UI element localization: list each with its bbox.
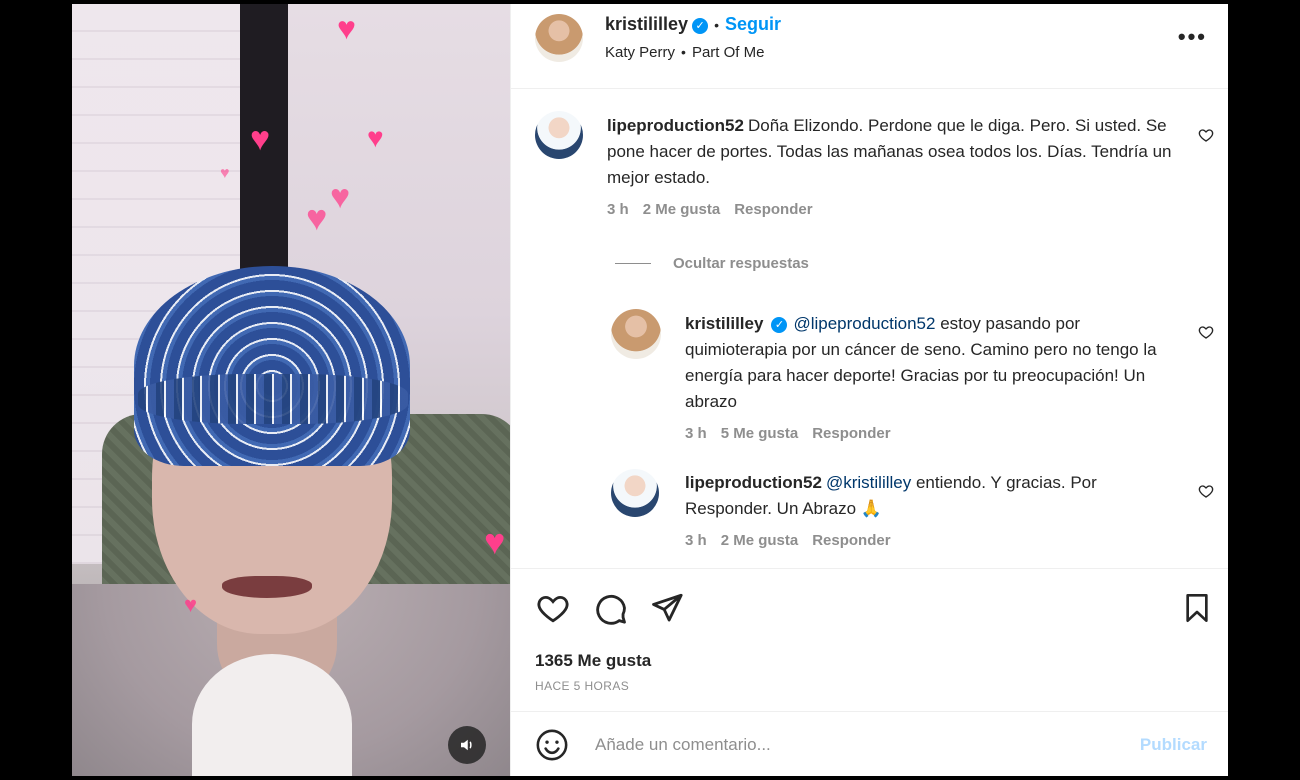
reply-mention[interactable]: @lipeproduction52 bbox=[793, 314, 935, 333]
comment-time[interactable]: 3 h bbox=[607, 201, 629, 218]
emoji-icon[interactable] bbox=[535, 728, 569, 762]
post-frame: ♥ ♥ ♥ ♥ ♥ ♥ ♥ ♥ kristililley ✓ • Seguir Kat… bbox=[72, 4, 1228, 776]
heart-sticker-icon: ♥ bbox=[184, 592, 198, 617]
video-person-mouth bbox=[222, 576, 312, 598]
comment-username[interactable]: lipeproduction52 bbox=[607, 116, 744, 135]
heart-sticker-icon: ♥ bbox=[484, 521, 506, 562]
reply-time[interactable]: 3 h bbox=[685, 532, 707, 549]
heart-sticker-icon: ♥ bbox=[337, 10, 356, 46]
author-username[interactable]: kristililley bbox=[605, 14, 688, 34]
like-button[interactable] bbox=[535, 591, 571, 625]
reply-button[interactable]: Responder bbox=[734, 201, 812, 218]
more-options-icon[interactable]: ••• bbox=[1178, 24, 1207, 50]
reply-likes[interactable]: 2 Me gusta bbox=[721, 532, 799, 549]
post-video[interactable]: ♥ ♥ ♥ ♥ ♥ ♥ ♥ ♥ bbox=[72, 4, 510, 776]
reply-button[interactable]: Responder bbox=[812, 532, 890, 549]
hide-replies-label[interactable]: Ocultar respuestas bbox=[673, 255, 809, 272]
reply-avatar[interactable] bbox=[611, 309, 661, 359]
post-actions: 1365 Me gusta HACE 5 HORAS bbox=[511, 568, 1228, 711]
reply-mention[interactable]: @kristililley bbox=[826, 473, 911, 492]
comment-input[interactable] bbox=[593, 730, 1117, 760]
reply-meta: 3 h 5 Me gusta Responder bbox=[685, 425, 1185, 442]
comment-composer: Publicar bbox=[511, 711, 1228, 776]
comment-text: lipeproduction52 Doña Elizondo. Perdone q… bbox=[607, 113, 1177, 191]
heart-sticker-icon: ♥ bbox=[250, 120, 271, 158]
likes-count[interactable]: 1365 Me gusta bbox=[535, 651, 651, 671]
heart-icon[interactable] bbox=[1198, 483, 1214, 499]
post-header: kristililley ✓ • Seguir Katy Perry • Part Of … bbox=[511, 4, 1228, 89]
video-beanie bbox=[134, 266, 410, 466]
sound-toggle-button[interactable] bbox=[448, 726, 486, 764]
comment-likes[interactable]: 2 Me gusta bbox=[643, 201, 721, 218]
reply-username[interactable]: kristililley bbox=[685, 314, 763, 333]
reply-likes[interactable]: 5 Me gusta bbox=[721, 425, 799, 442]
reply-button[interactable]: Responder bbox=[812, 425, 890, 442]
verified-badge-icon: ✓ bbox=[771, 317, 788, 333]
heart-sticker-icon: ♥ bbox=[306, 197, 328, 238]
heart-sticker-icon: ♥ bbox=[367, 122, 384, 153]
post-timestamp: HACE 5 HORAS bbox=[535, 679, 630, 693]
author-avatar[interactable] bbox=[535, 14, 583, 62]
author-line: kristililley ✓ • Seguir bbox=[605, 14, 781, 35]
divider-line bbox=[615, 263, 651, 264]
comment-icon[interactable] bbox=[593, 591, 629, 625]
heart-icon[interactable] bbox=[1198, 324, 1214, 340]
bookmark-icon[interactable] bbox=[1181, 591, 1213, 625]
reply-text: lipeproduction52 @kristililley entiendo. … bbox=[685, 470, 1185, 522]
audio-line[interactable]: Katy Perry • Part Of Me bbox=[605, 44, 764, 61]
reply-avatar[interactable] bbox=[611, 469, 659, 517]
comments-section: lipeproduction52 Doña Elizondo. Perdone q… bbox=[511, 89, 1228, 567]
comment-item: lipeproduction52 Doña Elizondo. Perdone q… bbox=[607, 113, 1177, 218]
video-beanie-band bbox=[138, 374, 408, 424]
follow-button[interactable]: Seguir bbox=[725, 14, 781, 34]
reply-time[interactable]: 3 h bbox=[685, 425, 707, 442]
heart-sticker-icon: ♥ bbox=[220, 165, 230, 182]
reply-item: lipeproduction52 @kristililley entiendo. … bbox=[685, 470, 1185, 549]
reply-username[interactable]: lipeproduction52 bbox=[685, 473, 822, 492]
reply-meta: 3 h 2 Me gusta Responder bbox=[685, 532, 1185, 549]
verified-badge-icon: ✓ bbox=[692, 18, 709, 34]
comment-meta: 3 h 2 Me gusta Responder bbox=[607, 201, 1177, 218]
share-icon[interactable] bbox=[649, 591, 685, 625]
commenter-avatar[interactable] bbox=[535, 111, 583, 159]
publish-button[interactable]: Publicar bbox=[1134, 734, 1213, 756]
heart-sticker-icon: ♥ bbox=[330, 178, 351, 216]
heart-icon[interactable] bbox=[1198, 127, 1214, 143]
audio-artist[interactable]: Katy Perry bbox=[605, 44, 675, 61]
hide-replies-button[interactable]: Ocultar respuestas bbox=[615, 255, 809, 272]
separator-dot: • bbox=[714, 17, 719, 33]
reply-text: kristililley ✓ @lipeproduction52 estoy pas… bbox=[685, 311, 1185, 415]
post-side-panel: kristililley ✓ • Seguir Katy Perry • Part Of … bbox=[510, 4, 1228, 776]
reply-item: kristililley ✓ @lipeproduction52 estoy pas… bbox=[685, 311, 1185, 442]
audio-title[interactable]: Part Of Me bbox=[692, 44, 765, 61]
sound-icon bbox=[461, 739, 472, 751]
separator-dot: • bbox=[681, 44, 686, 60]
